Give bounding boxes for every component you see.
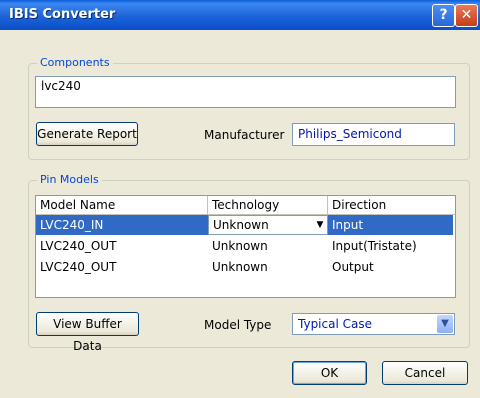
column-header-direction[interactable]: Direction	[328, 196, 455, 214]
window-title: IBIS Converter	[9, 7, 116, 22]
list-header: Model Name Technology Direction	[36, 196, 455, 215]
component-name-field[interactable]: lvc240	[35, 76, 456, 108]
cell-technology: Unknown	[212, 239, 268, 253]
manufacturer-field[interactable]: Philips_Semicond	[292, 123, 455, 146]
dropdown-arrow-icon[interactable]: ▼	[313, 216, 327, 234]
model-type-select[interactable]: Typical Case ▼	[292, 313, 455, 335]
pin-models-list[interactable]: Model Name Technology Direction LVC240_I…	[35, 195, 456, 298]
help-icon[interactable]: ?	[432, 4, 455, 27]
pin-models-legend: Pin Models	[37, 173, 102, 186]
column-header-technology[interactable]: Technology	[208, 196, 328, 214]
component-name-value: lvc240	[41, 79, 81, 93]
cancel-button[interactable]: Cancel	[382, 361, 468, 385]
cell-model-name: LVC240_IN	[36, 215, 208, 235]
column-header-model-name[interactable]: Model Name	[36, 196, 208, 214]
table-row[interactable]: LVC240_IN Unknown ▼ Input	[36, 215, 474, 235]
model-type-label: Model Type	[204, 318, 272, 332]
title-bar[interactable]: IBIS Converter ? ✕	[0, 0, 480, 30]
generate-report-button[interactable]: Generate Report	[36, 122, 138, 146]
ok-button[interactable]: OK	[292, 361, 367, 385]
view-buffer-data-button[interactable]: View Buffer Data	[36, 312, 139, 353]
technology-combo[interactable]: Unknown ▼	[208, 215, 328, 235]
cell-technology: Unknown	[212, 260, 268, 274]
cell-model-name: LVC240_OUT	[40, 239, 117, 253]
technology-combo-value: Unknown	[213, 218, 269, 232]
model-type-value: Typical Case	[298, 317, 372, 331]
close-icon[interactable]: ✕	[455, 4, 478, 27]
table-row[interactable]: LVC240_OUT Unknown Input(Tristate)	[36, 236, 474, 256]
cell-direction: Input	[328, 215, 453, 235]
table-row[interactable]: LVC240_OUT Unknown Output	[36, 257, 474, 277]
manufacturer-label: Manufacturer	[204, 128, 285, 142]
cell-direction: Input(Tristate)	[332, 239, 417, 253]
cell-direction: Output	[332, 260, 374, 274]
chevron-down-icon[interactable]: ▼	[437, 315, 453, 333]
components-legend: Components	[37, 56, 113, 69]
manufacturer-value: Philips_Semicond	[298, 127, 402, 141]
ibis-converter-dialog: IBIS Converter ? ✕ Components lvc240 Gen…	[0, 0, 480, 398]
cell-model-name: LVC240_OUT	[40, 260, 117, 274]
